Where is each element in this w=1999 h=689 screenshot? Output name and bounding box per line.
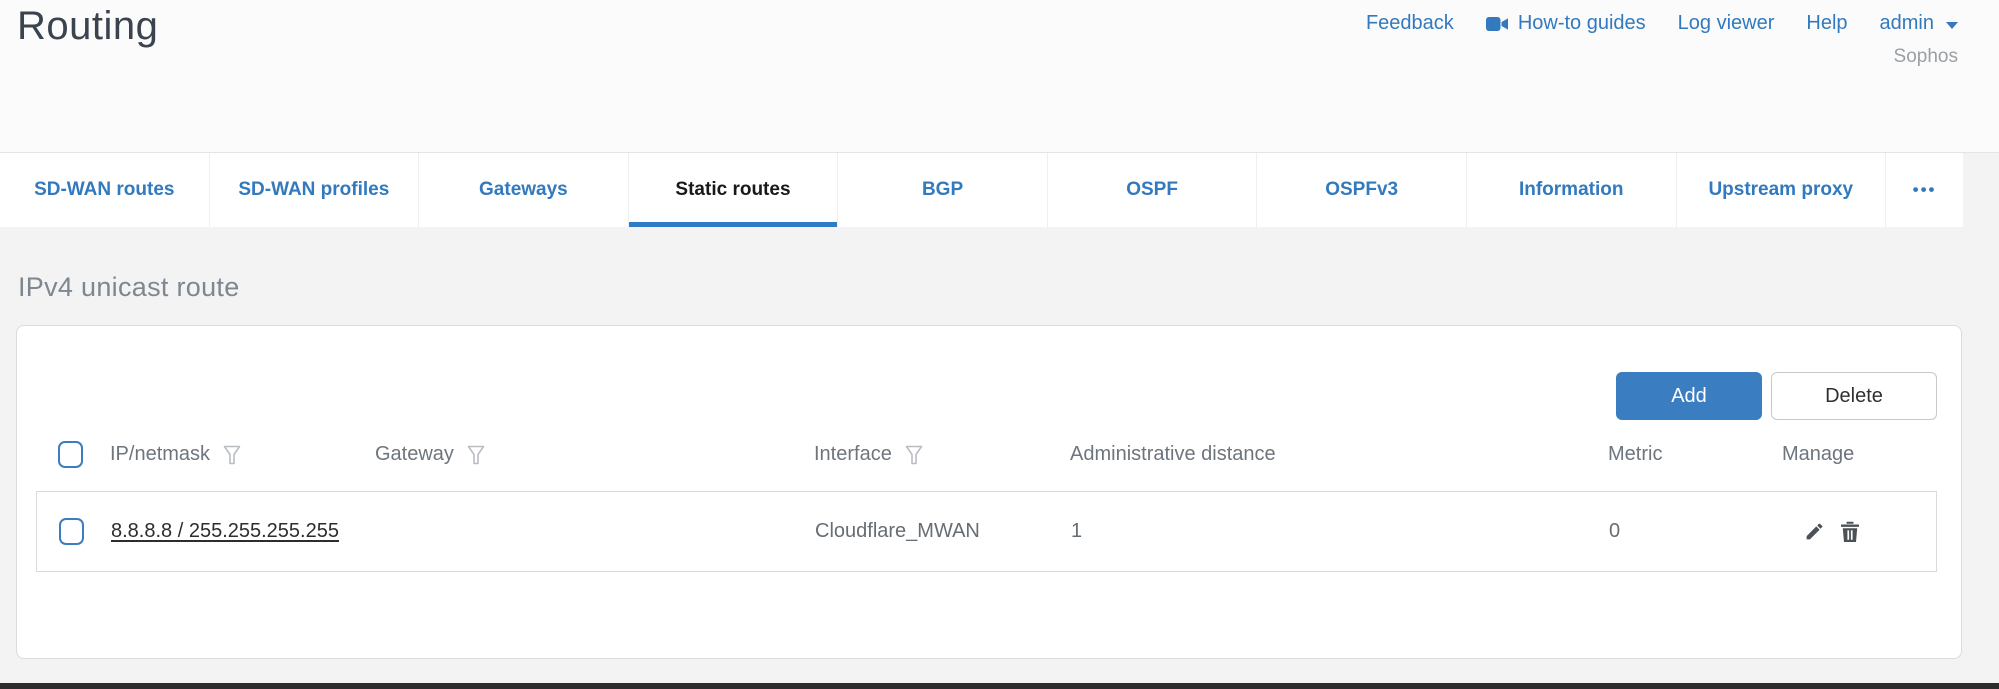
column-label: IP/netmask [110,443,210,466]
column-header-interface: Interface [778,443,1034,466]
filter-icon[interactable] [223,445,241,465]
manage-cell [1747,521,1936,543]
delete-button[interactable]: Delete [1771,372,1937,420]
table-body: 8.8.8.8 / 255.255.255.255 Cloudflare_MWA… [36,491,1937,572]
admin-distance-cell: 1 [1035,520,1573,543]
video-camera-icon [1486,16,1509,32]
select-all-checkbox[interactable] [58,441,83,468]
tab-bar-background: SD-WAN routesSD-WAN profilesGatewaysStat… [0,152,1999,227]
help-link[interactable]: Help [1806,12,1847,35]
main-content: IPv4 unicast route Add Delete IP/netmask… [0,272,1999,659]
delete-icon[interactable] [1840,521,1860,543]
filter-icon[interactable] [905,445,923,465]
select-all-cell [36,441,109,468]
column-label: Interface [814,443,892,466]
tab-static-routes[interactable]: Static routes [628,153,838,227]
window-edge [0,683,1999,689]
add-button[interactable]: Add [1616,372,1762,420]
tab-ospfv3[interactable]: OSPFv3 [1256,153,1466,227]
row-select-cell [37,518,110,545]
actions-toolbar: Add Delete [36,372,1937,420]
column-header-ip-netmask: IP/netmask [109,443,339,466]
table-row: 8.8.8.8 / 255.255.255.255 Cloudflare_MWA… [36,491,1937,572]
tab-information[interactable]: Information [1466,153,1676,227]
column-label: Administrative distance [1070,443,1276,466]
column-header-gateway: Gateway [339,443,778,466]
edit-icon[interactable] [1804,521,1825,542]
page-title: Routing [17,4,158,49]
howto-guides-label: How-to guides [1518,12,1646,35]
page-header: Routing Feedback How-to guides Log viewe… [0,0,1999,152]
utility-nav: Feedback How-to guides Log viewer Help a… [1366,12,1959,35]
routes-panel: Add Delete IP/netmask Gateway Interface Adm… [16,325,1962,659]
log-viewer-label: Log viewer [1678,12,1775,35]
chevron-down-icon [1945,21,1959,30]
tab-upstream-proxy[interactable]: Upstream proxy [1676,153,1886,227]
interface-cell: Cloudflare_MWAN [779,520,1035,543]
route-link[interactable]: 8.8.8.8 / 255.255.255.255 [111,520,339,543]
account-name: Sophos [1894,46,1958,68]
tab-overflow-menu[interactable]: ••• [1885,153,1963,227]
admin-menu[interactable]: admin [1880,12,1959,35]
section-heading: IPv4 unicast route [18,272,1983,303]
tab-sd-wan-profiles[interactable]: SD-WAN profiles [209,153,419,227]
row-checkbox[interactable] [59,518,84,545]
feedback-link[interactable]: Feedback [1366,12,1454,35]
tab-bar: SD-WAN routesSD-WAN profilesGatewaysStat… [0,153,1963,227]
howto-guides-link[interactable]: How-to guides [1486,12,1646,35]
help-label: Help [1806,12,1847,35]
tab-ospf[interactable]: OSPF [1047,153,1257,227]
column-label: Manage [1782,443,1854,466]
column-label: Gateway [375,443,454,466]
column-header-manage: Manage [1746,443,1937,466]
tab-bgp[interactable]: BGP [837,153,1047,227]
log-viewer-link[interactable]: Log viewer [1678,12,1775,35]
column-header-administrative-distance: Administrative distance [1034,443,1572,466]
tab-gateways[interactable]: Gateways [418,153,628,227]
admin-label: admin [1880,12,1934,35]
table-header: IP/netmask Gateway Interface Administrative… [36,437,1937,471]
ip-netmask-cell: 8.8.8.8 / 255.255.255.255 [110,520,340,543]
metric-cell: 0 [1573,520,1747,543]
column-header-metric: Metric [1572,443,1746,466]
tab-sd-wan-routes[interactable]: SD-WAN routes [0,153,209,227]
filter-icon[interactable] [467,445,485,465]
column-label: Metric [1608,443,1662,466]
feedback-label: Feedback [1366,12,1454,35]
